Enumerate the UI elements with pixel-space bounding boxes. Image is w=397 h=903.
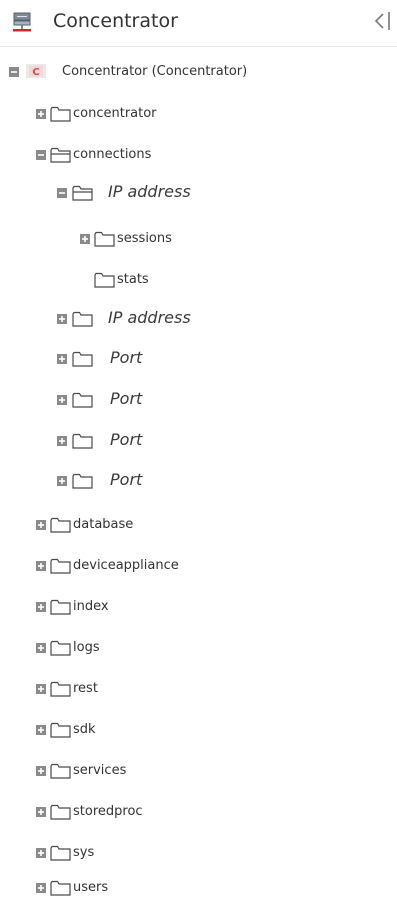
expand-toggle-icon[interactable] (36, 883, 46, 893)
concentrator-badge-icon: C (26, 64, 46, 78)
expand-toggle-icon[interactable] (36, 684, 46, 694)
expand-toggle-icon[interactable] (57, 436, 67, 446)
tree-view: C Concentrator (Concentrator) concentrat… (0, 0, 397, 903)
tree-node-label[interactable]: database (73, 516, 133, 534)
tree-node-stats[interactable]: stats (0, 268, 397, 292)
expand-toggle-icon[interactable] (36, 561, 46, 571)
tree-node-label[interactable]: sessions (117, 230, 172, 248)
expand-toggle-icon[interactable] (36, 520, 46, 530)
folder-icon (50, 804, 71, 820)
folder-icon (72, 433, 93, 449)
tree-node-label[interactable]: logs (73, 639, 100, 657)
expand-toggle-icon[interactable] (36, 848, 46, 858)
tree-node-label[interactable]: index (73, 598, 109, 616)
tree-node-database[interactable]: database (0, 513, 397, 537)
folder-icon (50, 558, 71, 574)
tree-node-port[interactable]: Port (0, 469, 397, 493)
tree-node-port[interactable]: Port (0, 347, 397, 371)
tree-node-sys[interactable]: sys (0, 841, 397, 865)
expand-toggle-icon[interactable] (36, 109, 46, 119)
tree-node-services[interactable]: services (0, 759, 397, 783)
expand-toggle-icon[interactable] (36, 766, 46, 776)
folder-icon (72, 351, 93, 367)
folder-icon (72, 311, 93, 327)
tree-node-users[interactable]: users (0, 876, 397, 900)
tree-node-port[interactable]: Port (0, 388, 397, 412)
folder-icon (50, 845, 71, 861)
tree-node-label[interactable]: rest (73, 680, 98, 698)
folder-icon (50, 722, 71, 738)
folder-icon (94, 231, 115, 247)
folder-icon (50, 880, 71, 896)
tree-node-index[interactable]: index (0, 595, 397, 619)
tree-node-label[interactable]: sdk (73, 721, 96, 739)
folder-icon (50, 763, 71, 779)
expand-toggle-icon[interactable] (36, 602, 46, 612)
tree-node-label[interactable]: sys (73, 844, 94, 862)
folder-icon (50, 106, 71, 122)
collapse-toggle-icon[interactable] (36, 150, 46, 160)
tree-node-sessions[interactable]: sessions (0, 227, 397, 251)
collapse-toggle-icon[interactable] (57, 188, 67, 198)
tree-node-label[interactable]: Port (110, 430, 142, 450)
folder-icon (50, 599, 71, 615)
tree-node-label[interactable]: deviceappliance (73, 557, 179, 575)
expand-toggle-icon[interactable] (80, 234, 90, 244)
folder-open-icon (72, 185, 93, 201)
tree-node-label[interactable]: IP address (108, 308, 191, 328)
folder-icon (50, 517, 71, 533)
tree-node-label[interactable]: Concentrator (Concentrator) (62, 63, 247, 81)
tree-node-label[interactable]: services (73, 762, 126, 780)
tree-node-label[interactable]: storedproc (73, 803, 143, 821)
folder-open-icon (50, 147, 71, 163)
tree-node-label[interactable]: Port (110, 389, 142, 409)
tree-node-label[interactable]: Port (110, 348, 142, 368)
tree-node-port[interactable]: Port (0, 429, 397, 453)
tree-node-logs[interactable]: logs (0, 636, 397, 660)
folder-icon (72, 392, 93, 408)
folder-icon (72, 473, 93, 489)
tree-node-label[interactable]: stats (117, 271, 149, 289)
folder-icon (50, 640, 71, 656)
folder-icon (50, 681, 71, 697)
expand-toggle-icon[interactable] (57, 395, 67, 405)
collapse-toggle-icon[interactable] (9, 67, 19, 77)
tree-node-label[interactable]: IP address (108, 182, 191, 202)
tree-node-label[interactable]: connections (73, 146, 151, 164)
tree-node-ip-address[interactable]: IP address (0, 307, 397, 331)
expand-toggle-icon[interactable] (57, 354, 67, 364)
tree-node-sdk[interactable]: sdk (0, 718, 397, 742)
svg-text:C: C (32, 67, 39, 78)
tree-node-deviceappliance[interactable]: deviceappliance (0, 554, 397, 578)
expand-toggle-icon[interactable] (36, 643, 46, 653)
tree-node-root[interactable]: C Concentrator (Concentrator) (0, 60, 397, 84)
tree-node-connections[interactable]: connections (0, 143, 397, 167)
tree-node-concentrator[interactable]: concentrator (0, 102, 397, 126)
tree-node-storedproc[interactable]: storedproc (0, 800, 397, 824)
expand-toggle-icon[interactable] (57, 314, 67, 324)
tree-node-label[interactable]: users (73, 879, 108, 897)
tree-node-ip-address[interactable]: IP address (0, 181, 397, 205)
expand-toggle-icon[interactable] (57, 476, 67, 486)
expand-toggle-icon[interactable] (36, 725, 46, 735)
tree-node-label[interactable]: Port (110, 470, 142, 490)
tree-node-label[interactable]: concentrator (73, 105, 157, 123)
expand-toggle-icon[interactable] (36, 807, 46, 817)
folder-icon (94, 272, 115, 288)
tree-node-rest[interactable]: rest (0, 677, 397, 701)
